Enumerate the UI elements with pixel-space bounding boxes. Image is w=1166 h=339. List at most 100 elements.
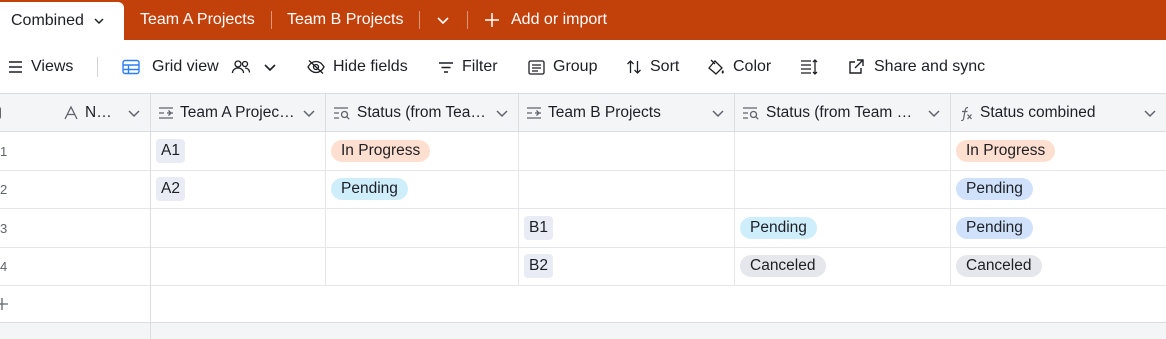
tab-team-a[interactable]: Team A Projects — [140, 0, 255, 40]
status-b-cell[interactable]: Pending — [735, 209, 951, 247]
link-icon — [159, 106, 173, 119]
row-height-button[interactable] — [800, 40, 818, 94]
view-toolbar: Views Grid view Hide fields Filter Group… — [0, 40, 1166, 94]
team-a-cell[interactable] — [151, 247, 326, 285]
linked-record-chip[interactable]: A2 — [156, 177, 185, 201]
tab-bar: Combined Team A Projects Team B Projects… — [0, 0, 1166, 40]
status-b-cell[interactable] — [735, 170, 951, 208]
hide-fields-button[interactable]: Hide fields — [307, 40, 408, 94]
status-a-cell[interactable]: In Progress — [326, 132, 519, 170]
status-pill: Canceled — [740, 255, 826, 277]
column-header-status-b[interactable]: Status (from Team … — [735, 94, 951, 132]
linked-record-chip[interactable]: B1 — [524, 216, 553, 240]
status-combined-cell[interactable]: Pending — [951, 170, 1166, 208]
status-a-cell[interactable] — [326, 247, 519, 285]
share-and-sync-button[interactable]: Share and sync — [848, 40, 985, 94]
column-header-label: Status (from Team … — [766, 103, 913, 121]
name-cell[interactable] — [0, 132, 151, 170]
table-row[interactable]: 1 A1 In Progress In Progress — [0, 132, 1166, 171]
tab-team-b-label: Team B Projects — [287, 11, 404, 28]
column-header-team-a[interactable]: Team A Projec… — [151, 94, 326, 132]
team-a-cell[interactable] — [151, 209, 326, 247]
grid-view-button[interactable]: Grid view — [122, 40, 277, 94]
filter-label: Filter — [462, 58, 498, 75]
status-b-cell[interactable] — [735, 132, 951, 170]
all-tables-dropdown[interactable] — [436, 0, 450, 40]
row-height-icon — [801, 59, 818, 75]
column-header-status-combined[interactable]: Status combined — [951, 94, 1166, 132]
team-b-cell[interactable] — [519, 170, 735, 208]
chevron-down-icon[interactable] — [495, 106, 509, 120]
frozen-column-divider — [150, 94, 151, 339]
link-icon — [527, 106, 541, 119]
team-b-cell[interactable]: B1 — [519, 209, 735, 247]
team-b-cell[interactable] — [519, 132, 735, 170]
menu-icon — [9, 61, 22, 73]
chevron-down-icon[interactable] — [92, 14, 106, 28]
grid-view-label: Grid view — [152, 58, 219, 75]
collaborators-icon — [231, 60, 250, 74]
linked-record-chip[interactable]: A1 — [156, 139, 185, 163]
status-combined-cell[interactable]: In Progress — [951, 132, 1166, 170]
tab-team-a-label: Team A Projects — [140, 11, 255, 28]
filter-button[interactable]: Filter — [438, 40, 498, 94]
eye-slash-icon — [307, 60, 325, 74]
status-combined-cell[interactable]: Pending — [951, 209, 1166, 247]
table-row[interactable]: 3 B1 Pending Pending — [0, 209, 1166, 248]
status-combined-cell[interactable]: Canceled — [951, 247, 1166, 285]
select-all-checkbox[interactable] — [0, 106, 1, 119]
tab-divider — [467, 11, 468, 29]
status-pill: Pending — [956, 178, 1033, 200]
toolbar-divider — [97, 57, 98, 77]
status-pill: In Progress — [956, 140, 1056, 162]
sort-button[interactable]: Sort — [626, 40, 679, 94]
table-row[interactable]: 2 A2 Pending Pending — [0, 170, 1166, 209]
add-or-import-button[interactable]: Add or import — [484, 0, 607, 40]
tab-combined-label: Combined — [11, 12, 84, 29]
lookup-icon — [743, 106, 759, 120]
tab-combined[interactable]: Combined — [0, 2, 124, 40]
chevron-down-icon[interactable] — [927, 106, 941, 120]
status-a-cell[interactable]: Pending — [326, 170, 519, 208]
team-a-cell[interactable]: A2 — [151, 170, 326, 208]
team-b-cell[interactable]: B2 — [519, 247, 735, 285]
color-button[interactable]: Color — [707, 40, 771, 94]
group-label: Group — [553, 58, 598, 75]
tab-divider — [271, 11, 272, 29]
views-button[interactable]: Views — [8, 40, 73, 94]
sort-icon — [627, 60, 641, 74]
linked-record-chip[interactable]: B2 — [524, 254, 553, 278]
add-record-row[interactable] — [0, 285, 1166, 323]
table-row[interactable]: 4 B2 Canceled Canceled — [0, 247, 1166, 286]
views-label: Views — [31, 58, 74, 75]
chevron-down-icon[interactable] — [302, 106, 316, 120]
color-label: Color — [733, 58, 772, 75]
chevron-down-icon[interactable] — [127, 106, 141, 120]
column-header-label: Team A Projec… — [180, 103, 295, 121]
column-header-label: Status (from Tea… — [357, 103, 486, 121]
grid-view-icon — [122, 59, 140, 75]
column-header-team-b[interactable]: Team B Projects — [519, 94, 735, 132]
text-icon — [64, 105, 78, 119]
status-a-cell[interactable] — [326, 209, 519, 247]
chevron-down-icon[interactable] — [1143, 106, 1157, 120]
name-cell[interactable] — [0, 209, 151, 247]
status-b-cell[interactable]: Canceled — [735, 247, 951, 285]
plus-icon[interactable] — [0, 297, 9, 311]
column-header-status-a[interactable]: Status (from Tea… — [326, 94, 519, 132]
lookup-icon — [334, 106, 350, 120]
add-or-import-label: Add or import — [511, 11, 608, 28]
team-a-cell[interactable]: A1 — [151, 132, 326, 170]
name-cell[interactable] — [0, 170, 151, 208]
status-pill: Pending — [740, 217, 817, 239]
formula-icon — [960, 106, 972, 121]
tab-team-b[interactable]: Team B Projects — [287, 0, 403, 40]
group-button[interactable]: Group — [528, 40, 597, 94]
paint-bucket-icon — [708, 59, 724, 75]
tab-divider — [419, 11, 420, 29]
records-grid: N… Team A Projec… Status (from Tea… Team… — [0, 94, 1166, 339]
column-header-name[interactable]: N… — [0, 94, 151, 132]
chevron-down-icon[interactable] — [711, 106, 725, 120]
name-cell[interactable] — [0, 247, 151, 285]
status-pill: In Progress — [331, 140, 431, 162]
